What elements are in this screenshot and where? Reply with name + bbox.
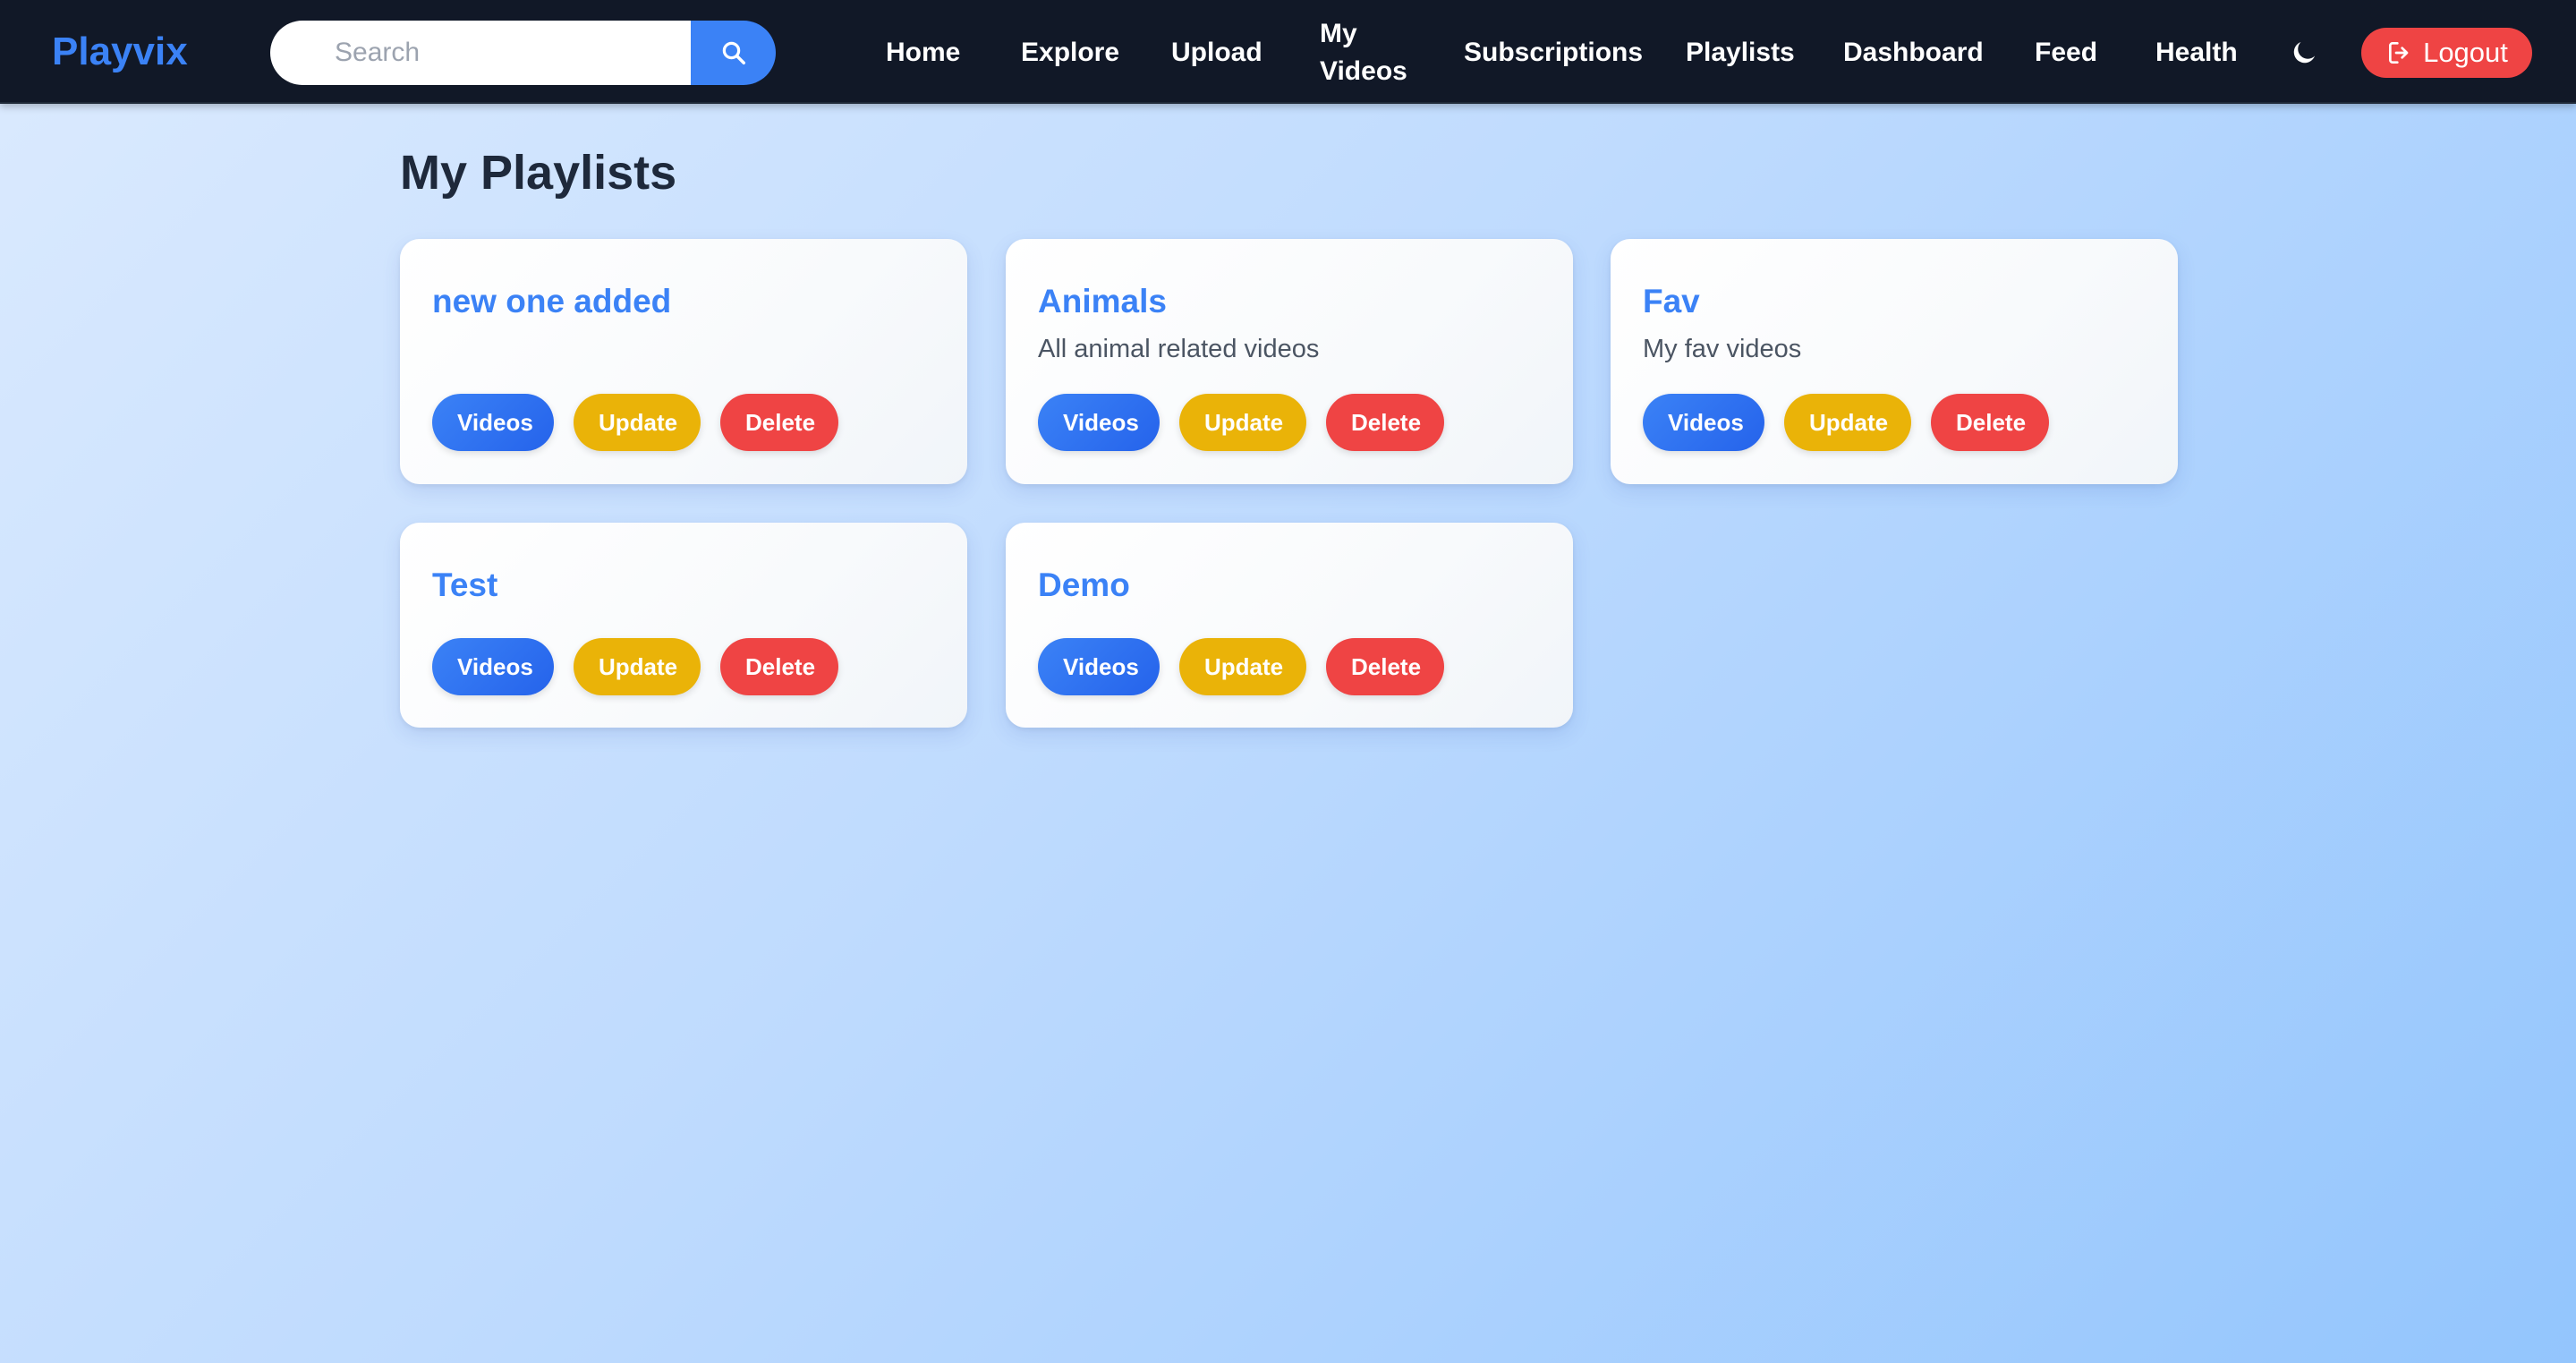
nav-upload[interactable]: Upload — [1171, 35, 1262, 71]
nav-subscriptions[interactable]: Subscriptions — [1464, 35, 1643, 71]
videos-button[interactable]: Videos — [1643, 394, 1764, 451]
playlist-card: Demo Videos Update Delete — [1006, 523, 1573, 728]
nav-dashboard[interactable]: Dashboard — [1843, 35, 1984, 71]
playlist-card: Test Videos Update Delete — [400, 523, 967, 728]
logout-label: Logout — [2423, 37, 2508, 68]
search-icon — [722, 41, 745, 64]
nav-playlists[interactable]: Playlists — [1686, 35, 1795, 71]
logout-icon — [2389, 42, 2409, 64]
videos-button[interactable]: Videos — [1038, 394, 1160, 451]
playlist-title[interactable]: Fav — [1643, 280, 1700, 323]
delete-button[interactable]: Delete — [720, 638, 838, 695]
top-navbar: Playvix Home Explore Upload My Videos Su… — [0, 0, 2576, 104]
update-button[interactable]: Update — [1179, 394, 1306, 451]
playlist-card: Fav My fav videos Videos Update Delete — [1611, 239, 2178, 484]
videos-button[interactable]: Videos — [432, 638, 554, 695]
update-button[interactable]: Update — [574, 394, 701, 451]
videos-button[interactable]: Videos — [1038, 638, 1160, 695]
playlist-title[interactable]: Animals — [1038, 280, 1167, 323]
search-bar — [270, 21, 776, 85]
delete-button[interactable]: Delete — [1931, 394, 2049, 451]
playlist-actions: Videos Update Delete — [432, 638, 838, 695]
playlist-description: All animal related videos — [1038, 335, 1320, 363]
delete-button[interactable]: Delete — [1326, 638, 1444, 695]
brand-logo[interactable]: Playvix — [52, 27, 188, 77]
playlist-title[interactable]: Demo — [1038, 564, 1130, 607]
delete-button[interactable]: Delete — [1326, 394, 1444, 451]
search-button[interactable] — [691, 21, 776, 85]
page-title: My Playlists — [400, 146, 677, 200]
delete-button[interactable]: Delete — [720, 394, 838, 451]
nav-feed[interactable]: Feed — [2035, 35, 2097, 71]
playlist-card: Animals All animal related videos Videos… — [1006, 239, 1573, 484]
playlist-title[interactable]: new one added — [432, 280, 671, 323]
nav-health[interactable]: Health — [2155, 35, 2238, 71]
update-button[interactable]: Update — [574, 638, 701, 695]
playlist-actions: Videos Update Delete — [1643, 394, 2049, 451]
logout-button[interactable]: Logout — [2361, 28, 2532, 78]
update-button[interactable]: Update — [1784, 394, 1911, 451]
playlist-actions: Videos Update Delete — [1038, 394, 1444, 451]
nav-explore[interactable]: Explore — [1021, 35, 1119, 71]
update-button[interactable]: Update — [1179, 638, 1306, 695]
playlist-actions: Videos Update Delete — [432, 394, 838, 451]
playlist-description: My fav videos — [1643, 335, 1802, 363]
playlist-card: new one added Videos Update Delete — [400, 239, 967, 484]
moon-icon[interactable] — [2289, 38, 2319, 68]
videos-button[interactable]: Videos — [432, 394, 554, 451]
nav-home[interactable]: Home — [886, 35, 960, 71]
search-input[interactable] — [270, 21, 691, 85]
playlist-actions: Videos Update Delete — [1038, 638, 1444, 695]
nav-my-videos[interactable]: My Videos — [1320, 15, 1418, 90]
playlist-title[interactable]: Test — [432, 564, 497, 607]
